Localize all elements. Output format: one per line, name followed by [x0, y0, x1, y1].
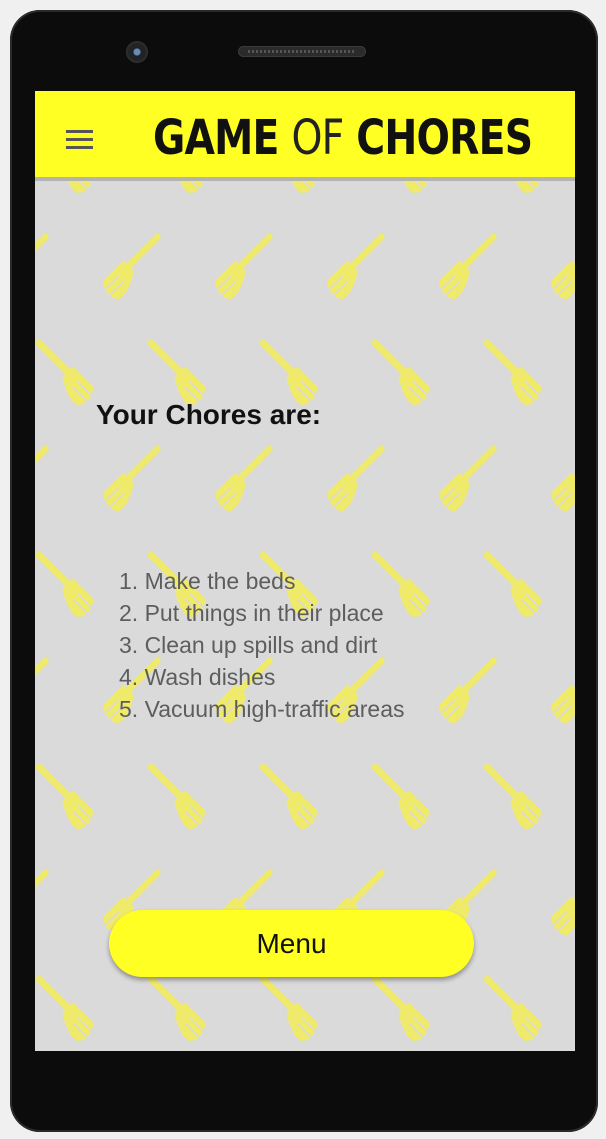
app-screen: GAME OF CHORES Your Chores are: 1. Make …	[35, 91, 575, 1051]
broom-icon	[487, 181, 542, 193]
broom-icon	[151, 343, 206, 405]
hamburger-menu-icon[interactable]	[66, 130, 93, 150]
broom-icon	[487, 767, 542, 829]
broom-icon	[39, 555, 94, 617]
broom-icon	[375, 979, 430, 1041]
logo-word-game: GAME	[153, 110, 279, 166]
broom-icon	[263, 181, 318, 193]
broom-icon	[487, 343, 542, 405]
broom-icon	[487, 979, 542, 1041]
app-header: GAME OF CHORES	[35, 91, 575, 181]
broom-icon	[327, 237, 382, 299]
chore-item: 1. Make the beds	[119, 568, 296, 594]
broom-icon	[39, 181, 94, 193]
chores-heading: Your Chores are:	[96, 399, 322, 430]
broom-icon	[103, 237, 158, 299]
broom-icon	[551, 661, 575, 723]
broom-icon	[375, 343, 430, 405]
broom-icon	[551, 237, 575, 299]
chore-item: 5. Vacuum high-traffic areas	[119, 696, 405, 722]
broom-icon	[35, 449, 45, 511]
phone-frame: GAME OF CHORES Your Chores are: 1. Make …	[10, 10, 598, 1132]
menu-button[interactable]: Menu	[109, 910, 474, 977]
logo-word-of: OF	[291, 110, 344, 166]
broom-icon	[327, 449, 382, 511]
broom-icon	[151, 181, 206, 193]
broom-icon	[263, 343, 318, 405]
broom-icon	[35, 237, 45, 299]
broom-icon	[215, 449, 270, 511]
chore-item: 2. Put things in their place	[119, 600, 384, 626]
broom-icon	[39, 979, 94, 1041]
broom-icon	[151, 979, 206, 1041]
app-logo: GAME OF CHORES	[153, 109, 533, 167]
broom-icon	[151, 767, 206, 829]
broom-icon	[39, 767, 94, 829]
broom-icon	[103, 449, 158, 511]
broom-icon	[439, 449, 494, 511]
broom-icon	[215, 237, 270, 299]
chore-item: 4. Wash dishes	[119, 664, 276, 690]
broom-icon	[263, 767, 318, 829]
broom-icon	[439, 661, 494, 723]
broom-icon	[551, 449, 575, 511]
broom-icon	[35, 661, 45, 723]
broom-icon	[35, 873, 45, 935]
chores-list: 1. Make the beds 2. Put things in their …	[119, 565, 405, 725]
logo-word-chores: CHORES	[356, 110, 533, 166]
earpiece-speaker	[238, 46, 366, 57]
broom-icon	[439, 237, 494, 299]
chore-item: 3. Clean up spills and dirt	[119, 632, 378, 658]
broom-icon	[487, 555, 542, 617]
broom-icon	[39, 343, 94, 405]
broom-icon	[375, 767, 430, 829]
broom-icon	[551, 873, 575, 935]
broom-icon	[375, 181, 430, 193]
broom-icon	[263, 979, 318, 1041]
front-camera	[126, 41, 148, 63]
